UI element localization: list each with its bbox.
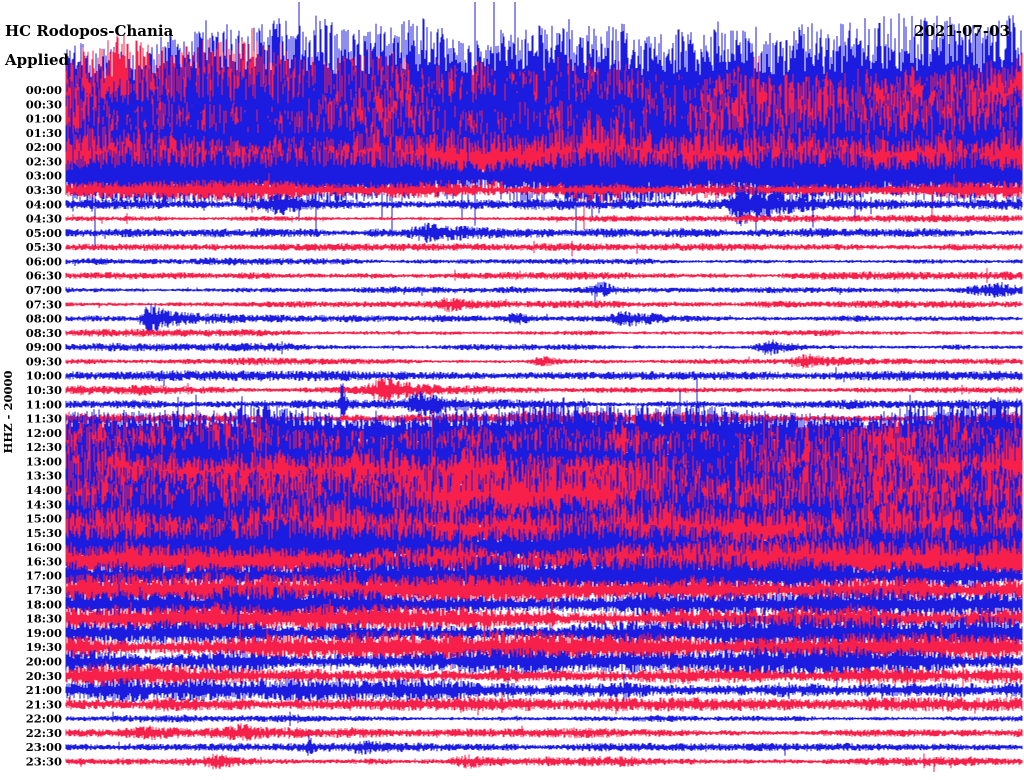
- trace-09:30: [65, 353, 1023, 369]
- time-label-09:30: 09:30: [26, 354, 62, 368]
- time-label-05:00: 05:00: [26, 226, 62, 240]
- time-label-19:00: 19:00: [26, 626, 62, 640]
- trace-23:30: [65, 753, 1023, 772]
- trace-05:00: [65, 222, 1023, 243]
- trace-07:00: [65, 281, 1023, 304]
- trace-10:00: [65, 367, 1023, 387]
- time-label-20:00: 20:00: [26, 655, 62, 669]
- time-label-12:30: 12:30: [26, 440, 62, 454]
- time-label-01:30: 01:30: [26, 126, 62, 140]
- time-label-08:00: 08:00: [26, 312, 62, 326]
- helicorder-plot: HHZ - 20000 00:0000:3001:0001:3002:0002:3…: [1, 2, 1023, 772]
- time-label-12:00: 12:00: [26, 426, 62, 440]
- time-label-13:30: 13:30: [26, 469, 62, 483]
- time-label-06:00: 06:00: [26, 254, 62, 268]
- time-label-10:30: 10:30: [26, 383, 62, 397]
- filter-status-label: Applied: [5, 51, 70, 69]
- trace-06:00: [65, 257, 1023, 266]
- time-label-03:00: 03:00: [26, 169, 62, 183]
- time-label-16:00: 16:00: [26, 540, 62, 554]
- helicorder-page: HC Rodopos-Chania Applied 2021-07-03 HHZ…: [0, 0, 1024, 780]
- time-label-15:30: 15:30: [26, 526, 62, 540]
- time-label-15:00: 15:00: [26, 512, 62, 526]
- trace-09:00: [65, 339, 1023, 356]
- time-label-18:30: 18:30: [26, 612, 62, 626]
- time-label-21:00: 21:00: [26, 683, 62, 697]
- time-label-07:00: 07:00: [26, 283, 62, 297]
- trace-23:00: [65, 734, 1023, 756]
- time-label-19:30: 19:30: [26, 640, 62, 654]
- trace-22:30: [65, 723, 1023, 741]
- time-label-00:30: 00:30: [26, 97, 62, 111]
- time-label-17:30: 17:30: [26, 583, 62, 597]
- station-title: HC Rodopos-Chania: [5, 22, 174, 40]
- trace-05:30: [65, 240, 1023, 257]
- time-label-09:00: 09:00: [26, 340, 62, 354]
- time-label-20:30: 20:30: [26, 669, 62, 683]
- record-date: 2021-07-03: [914, 22, 1010, 40]
- time-label-08:30: 08:30: [26, 326, 62, 340]
- time-label-02:30: 02:30: [26, 154, 62, 168]
- time-label-22:30: 22:30: [26, 726, 62, 740]
- time-label-14:30: 14:30: [26, 497, 62, 511]
- time-label-04:00: 04:00: [26, 197, 62, 211]
- trace-06:30: [65, 268, 1023, 284]
- time-label-13:00: 13:00: [26, 455, 62, 469]
- trace-04:30: [65, 213, 1023, 224]
- time-label-03:30: 03:30: [26, 183, 62, 197]
- trace-21:30: [65, 693, 1023, 716]
- trace-22:00: [65, 711, 1023, 727]
- time-label-22:00: 22:00: [26, 712, 62, 726]
- time-label-00:00: 00:00: [26, 83, 62, 97]
- scale-label: HHZ - 20000: [1, 371, 15, 454]
- time-label-01:00: 01:00: [26, 112, 62, 126]
- time-label-11:00: 11:00: [26, 397, 62, 411]
- time-label-04:30: 04:30: [26, 212, 62, 226]
- time-label-05:30: 05:30: [26, 240, 62, 254]
- time-label-18:00: 18:00: [26, 597, 62, 611]
- trace-07:30: [65, 297, 1023, 313]
- time-label-17:00: 17:00: [26, 569, 62, 583]
- time-label-11:30: 11:30: [26, 412, 62, 426]
- time-label-10:00: 10:00: [26, 369, 62, 383]
- time-label-16:30: 16:30: [26, 555, 62, 569]
- time-label-21:30: 21:30: [26, 697, 62, 711]
- time-label-07:30: 07:30: [26, 297, 62, 311]
- trace-08:00: [65, 303, 1023, 333]
- time-label-23:00: 23:00: [26, 740, 62, 754]
- time-label-23:30: 23:30: [26, 755, 62, 769]
- time-label-14:00: 14:00: [26, 483, 62, 497]
- time-label-06:30: 06:30: [26, 269, 62, 283]
- trace-08:30: [65, 328, 1023, 337]
- time-label-02:00: 02:00: [26, 140, 62, 154]
